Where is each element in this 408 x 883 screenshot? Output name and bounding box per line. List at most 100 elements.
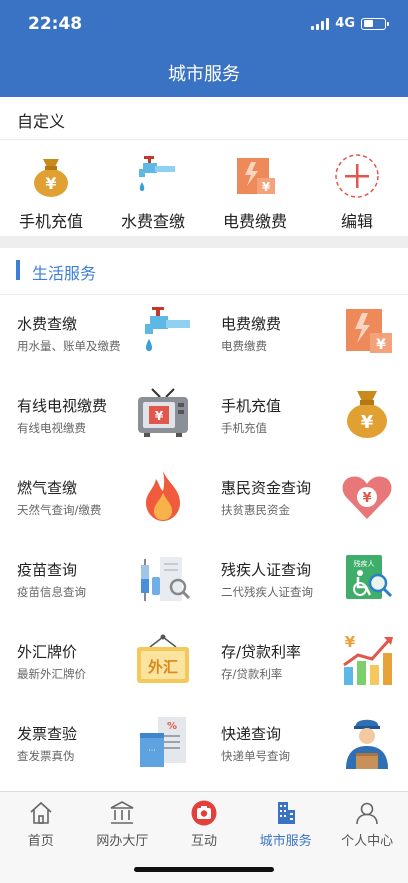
home-icon [30, 801, 52, 824]
shortcut-label: 电费缴费 [222, 212, 287, 231]
invoice-icon: % ··· [140, 717, 186, 767]
forex-sign-text: 外汇 [147, 658, 178, 676]
shortcut-label: 编辑 [340, 212, 373, 231]
status-time: 22:48 [28, 14, 83, 34]
service-gas[interactable]: 燃气查缴 天然气查询/缴费 [0, 459, 204, 541]
heart-fund-icon: ¥ [342, 476, 392, 519]
service-desc: 快递单号查询 [221, 749, 290, 763]
tab-interact[interactable]: 互动 [163, 792, 245, 852]
service-name: 存/贷款利率 [221, 643, 302, 661]
shortcut-electric[interactable]: ¥ 电费缴费 [204, 140, 306, 236]
top-header: 22:48 4G 城市服务 [0, 0, 408, 97]
shortcut-row: ¥ 手机充值 水费查缴 ¥ 电费缴费 编辑 [0, 140, 408, 236]
forex-sign-icon: 外汇 [137, 634, 189, 683]
tv-icon: ¥ [138, 388, 188, 437]
service-desc: 手机充值 [221, 421, 267, 435]
hall-icon [111, 801, 134, 824]
section-header: 生活服务 [0, 248, 408, 294]
service-vaccine[interactable]: 疫苗查询 疫苗信息查询 [0, 541, 204, 623]
status-icons: 4G [311, 16, 389, 31]
electric-bill-icon: ¥ [237, 158, 275, 194]
service-desc: 查发票真伪 [17, 749, 75, 763]
service-name: 有线电视缴费 [17, 397, 108, 415]
person-icon [356, 802, 378, 825]
service-name: 快递查询 [221, 725, 282, 743]
service-desc: 存/贷款利率 [221, 667, 283, 681]
service-name: 外汇牌价 [17, 643, 78, 661]
money-bag-icon: ¥ [347, 391, 387, 438]
svg-text:¥: ¥ [262, 180, 271, 194]
service-desc: 最新外汇牌价 [17, 667, 86, 681]
svg-text:¥: ¥ [345, 633, 356, 651]
water-faucet-icon [139, 156, 175, 191]
shortcut-phone-recharge[interactable]: ¥ 手机充值 [0, 140, 102, 236]
tab-label: 个人中心 [341, 834, 394, 849]
service-welfare-fund[interactable]: 惠民资金查询 扶贫惠民资金 ¥ [204, 459, 408, 541]
service-name: 电费缴费 [221, 315, 282, 333]
service-desc: 二代残疾人证查询 [221, 585, 313, 599]
battery-icon [361, 17, 389, 30]
service-desc: 有线电视缴费 [17, 421, 86, 435]
camera-icon [191, 800, 217, 826]
service-forex[interactable]: 外汇牌价 最新外汇牌价 外汇 [0, 623, 204, 705]
page-title: 城市服务 [168, 64, 240, 85]
network-type: 4G [335, 16, 355, 31]
courier-icon [346, 719, 388, 769]
service-electric[interactable]: 电费缴费 电费缴费 ¥ [204, 295, 408, 377]
service-interest-rate[interactable]: 存/贷款利率 存/贷款利率 ¥ [204, 623, 408, 705]
electric-bill-icon: ¥ [346, 309, 392, 353]
disability-card-icon: 残疾人 [346, 555, 393, 599]
home-indicator[interactable] [134, 867, 274, 872]
service-desc: 扶贫惠民资金 [221, 503, 290, 517]
tab-label: 网办大厅 [96, 834, 149, 849]
signal-icon [311, 17, 330, 30]
shortcut-label: 手机充值 [18, 212, 83, 231]
custom-section-label: 自定义 [17, 112, 66, 131]
section-title: 生活服务 [32, 264, 97, 283]
service-desc: 电费缴费 [221, 339, 267, 353]
service-disability-card[interactable]: 残疾人证查询 二代残疾人证查询 残疾人 [204, 541, 408, 623]
service-name: 惠民资金查询 [221, 479, 312, 497]
service-phone-recharge[interactable]: 手机充值 手机充值 ¥ [204, 377, 408, 459]
service-cable-tv[interactable]: 有线电视缴费 有线电视缴费 ¥ [0, 377, 204, 459]
tab-home[interactable]: 首页 [0, 792, 82, 852]
service-water[interactable]: 水费查缴 用水量、账单及缴费 [0, 295, 204, 377]
service-express[interactable]: 快递查询 快递单号查询 [204, 705, 408, 787]
shortcut-edit[interactable]: 编辑 [306, 140, 408, 236]
tab-profile[interactable]: 个人中心 [326, 792, 408, 852]
tab-city-service[interactable]: 城市服务 [245, 792, 327, 852]
tab-label: 首页 [27, 834, 54, 849]
money-bag-icon: ¥ [34, 159, 68, 197]
add-edit-icon [335, 154, 379, 198]
section-accent-bar [16, 260, 20, 280]
flame-icon [146, 471, 180, 521]
tab-hall[interactable]: 网办大厅 [82, 792, 164, 852]
card-text: 残疾人 [354, 559, 375, 568]
service-name: 水费查缴 [17, 315, 78, 333]
service-name: 发票查验 [17, 725, 78, 743]
svg-text:¥: ¥ [45, 174, 56, 193]
service-desc: 用水量、账单及缴费 [17, 339, 121, 353]
tab-label: 城市服务 [259, 834, 312, 849]
shortcut-label: 水费查缴 [120, 212, 185, 231]
shortcut-water[interactable]: 水费查缴 [102, 140, 204, 236]
svg-text:···: ··· [148, 746, 156, 755]
city-building-icon [277, 802, 295, 824]
service-name: 残疾人证查询 [221, 561, 312, 579]
service-invoice[interactable]: 发票查验 查发票真伪 % ··· [0, 705, 204, 787]
service-name: 燃气查缴 [17, 479, 78, 497]
service-desc: 天然气查询/缴费 [17, 503, 102, 517]
section-separator [0, 236, 408, 248]
service-name: 手机充值 [221, 397, 282, 415]
service-name: 疫苗查询 [17, 561, 78, 579]
svg-text:¥: ¥ [155, 409, 164, 423]
vaccine-icon [141, 557, 191, 601]
rate-chart-icon: ¥ [343, 633, 393, 685]
tab-label: 互动 [190, 834, 217, 849]
svg-text:¥: ¥ [362, 491, 371, 506]
svg-text:¥: ¥ [376, 337, 386, 353]
water-faucet-icon [145, 307, 190, 351]
service-desc: 疫苗信息查询 [17, 585, 86, 599]
svg-text:%: % [167, 721, 177, 732]
svg-text:¥: ¥ [361, 412, 374, 433]
